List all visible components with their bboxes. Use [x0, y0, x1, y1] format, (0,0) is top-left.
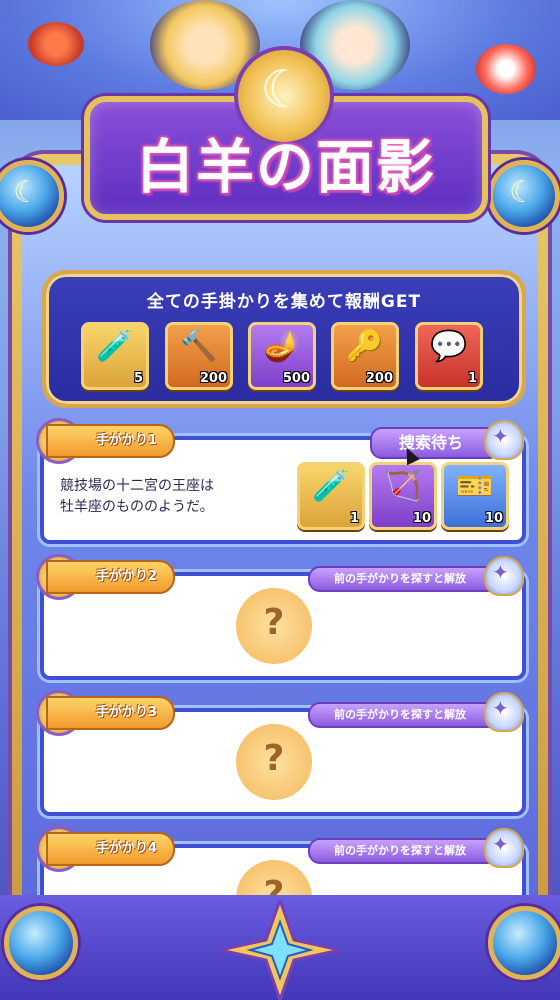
reward-item-lamp[interactable]: 🪔 500 — [248, 322, 316, 390]
heart-emblem-icon: ✦ — [484, 828, 524, 868]
clue-text-line-2: 牡羊座のもののようだ。 — [60, 499, 214, 515]
heart-emblem-icon: ✦ — [484, 692, 524, 732]
reward-qty: 10 — [484, 511, 503, 526]
purple-potion-icon: 🧪 — [96, 329, 134, 364]
reward-item-key[interactable]: 🔑 200 — [331, 322, 399, 390]
locked-status: 前の手がかりを探すと解放 — [308, 838, 492, 864]
wind-up-key-icon: 🔑 — [346, 329, 384, 364]
arrow-bundle-icon: 🏹 — [384, 469, 422, 504]
clue-label-4: 手がかり4 — [46, 832, 176, 866]
clue-reward-potion[interactable]: 🧪 1 — [297, 462, 365, 530]
clue-text-line-1: 競技場の十二宮の王座は — [60, 478, 214, 494]
reward-qty: 200 — [199, 371, 227, 386]
mushroom-character-right — [476, 44, 536, 94]
reward-qty: 1 — [467, 371, 477, 386]
page-title: 白羊の面影 — [135, 133, 436, 201]
reward-qty: 5 — [133, 371, 143, 386]
heart-emblem-icon: ✦ — [484, 556, 524, 596]
locked-clue-moon-icon: ? — [236, 588, 312, 664]
locked-status: 前の手がかりを探すと解放 — [308, 702, 492, 728]
moon-orb-right: ☾ — [488, 160, 560, 232]
locked-clue-moon-icon: ? — [236, 724, 312, 800]
purple-potion-icon: 🧪 — [312, 469, 350, 504]
search-pending-status[interactable]: 捜索待ち — [370, 427, 492, 459]
bottom-star-emblem-icon — [220, 900, 340, 1000]
clue-label-3: 手がかり3 — [46, 696, 176, 730]
reward-item-hammer[interactable]: 🔨 200 — [165, 322, 233, 390]
mushroom-character-left — [28, 22, 84, 66]
speech-bubble-icon: 💬 — [430, 329, 468, 364]
clue-label-1: 手がかり1 — [46, 424, 176, 458]
clue-reward-arrows[interactable]: 🏹 10 — [369, 462, 437, 530]
reward-item-potion[interactable]: 🧪 5 — [81, 322, 149, 390]
magic-lamp-icon: 🪔 — [263, 329, 301, 364]
reward-item-speech-bubble[interactable]: 💬 1 — [415, 322, 483, 390]
heart-emblem-icon: ✦ — [484, 420, 524, 460]
five-min-ticket-icon: 🎫 — [456, 469, 494, 504]
reward-panel-header: 全ての手掛かりを集めて報酬GET — [146, 292, 422, 312]
moon-orb-bottom-left — [4, 906, 78, 980]
reward-qty: 1 — [349, 511, 359, 526]
clue-label-2: 手がかり2 — [46, 560, 176, 594]
moon-orb-bottom-right — [488, 906, 560, 980]
locked-status: 前の手がかりを探すと解放 — [308, 566, 492, 592]
reward-qty: 200 — [365, 371, 393, 386]
clue-reward-ticket[interactable]: 🎫 10 — [441, 462, 509, 530]
reward-qty: 10 — [412, 511, 431, 526]
reward-qty: 500 — [282, 371, 310, 386]
hammer-icon: 🔨 — [180, 329, 218, 364]
